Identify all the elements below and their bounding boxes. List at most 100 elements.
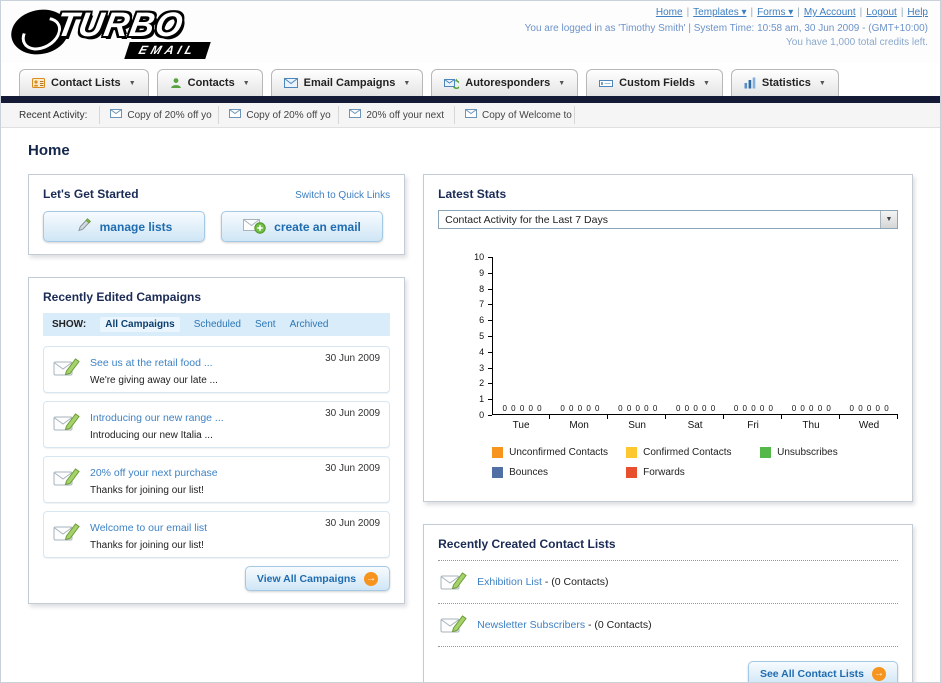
chart-bar-group: 0 0 0 0 0 <box>840 257 898 414</box>
y-axis-tick-label: 7 <box>479 299 485 310</box>
top-link-logout[interactable]: Logout <box>866 7 897 18</box>
recent-activity-item[interactable]: Copy of 20% off yo <box>99 106 220 124</box>
campaign-date: 30 Jun 2009 <box>325 408 381 419</box>
separator: | <box>900 7 904 18</box>
chevron-down-icon: ▼ <box>702 79 710 87</box>
chevron-down-icon: ▼ <box>558 79 566 87</box>
chevron-down-icon: ▼ <box>818 79 826 87</box>
recent-activity-bar: Recent Activity: Copy of 20% off yo Copy … <box>1 103 940 128</box>
credits-info: You have 1,000 total credits left. <box>786 37 928 48</box>
header: TURBO EMAIL Home | Templates ▾ | Forms ▾ | My … <box>1 1 940 63</box>
nav-tab-custom-fields[interactable]: Custom Fields ▼ <box>586 69 723 96</box>
legend-label: Forwards <box>643 467 685 478</box>
recent-activity-item[interactable]: Copy of Welcome to <box>455 106 576 124</box>
logo-subtext: EMAIL <box>124 42 212 59</box>
create-email-button[interactable]: create an email <box>221 211 383 242</box>
recent-activity-label: Recent Activity: <box>19 109 88 121</box>
legend-swatch <box>626 467 638 478</box>
nav-tab-contact-lists[interactable]: Contact Lists ▼ <box>19 69 149 96</box>
top-link-my-account[interactable]: My Account <box>804 7 856 18</box>
nav-tab-email-campaigns[interactable]: Email Campaigns ▼ <box>270 69 424 96</box>
view-all-campaigns-button[interactable]: View All Campaigns → <box>244 566 391 591</box>
campaign-title-link[interactable]: Welcome to our email list <box>90 522 207 534</box>
chart-bar-group: 0 0 0 0 0 <box>551 257 609 414</box>
legend-item-unconfirmed-contacts: Unconfirmed Contacts <box>492 447 626 458</box>
legend-swatch <box>760 447 772 458</box>
envelope-icon <box>349 109 362 121</box>
contact-lists-list: Exhibition List - (0 Contacts) Newsletter… <box>438 561 898 647</box>
chart-y-axis: 0 1 2 3 4 5 6 7 8 9 10 <box>468 252 493 420</box>
legend-label: Bounces <box>509 467 549 478</box>
legend-swatch <box>626 447 638 458</box>
legend-label: Confirmed Contacts <box>643 447 732 458</box>
campaign-filter-scheduled[interactable]: Scheduled <box>194 319 241 330</box>
view-all-campaigns-label: View All Campaigns <box>256 572 357 585</box>
top-link-forms[interactable]: Forms ▾ <box>757 7 793 18</box>
top-link-help[interactable]: Help <box>907 7 928 18</box>
top-nav: Home | Templates ▾ | Forms ▾ | My Account | Logo… <box>525 7 928 18</box>
manage-lists-button[interactable]: manage lists <box>43 211 205 242</box>
separator: | <box>859 7 863 18</box>
recent-activity-item-label: 20% off your next <box>366 109 445 121</box>
contact-list-detail: - (0 Contacts) <box>585 619 652 631</box>
nav-tab-label: Autoresponders <box>465 77 551 89</box>
latest-stats-title: Latest Stats <box>438 187 507 201</box>
campaign-title-link[interactable]: Introducing our new range ... <box>90 412 224 424</box>
campaign-filter-all-campaigns[interactable]: All Campaigns <box>100 317 180 332</box>
envelope-icon <box>110 109 123 121</box>
switch-quick-links-link[interactable]: Switch to Quick Links <box>295 190 390 201</box>
nav-tab-statistics[interactable]: Statistics ▼ <box>730 69 839 96</box>
x-axis-label: Mon <box>550 415 609 431</box>
login-info: You are logged in as 'Timothy Smith' | S… <box>524 23 928 34</box>
turbo-email-logo: TURBO EMAIL <box>7 4 279 60</box>
campaign-title-link[interactable]: 20% off your next purchase <box>90 467 218 479</box>
campaign-filter-sent[interactable]: Sent <box>255 319 276 330</box>
stats-period-value: Contact Activity for the Last 7 Days <box>445 213 608 226</box>
top-link-templates[interactable]: Templates ▾ <box>693 7 746 18</box>
main-content: Home Let's Get Started Switch to Quick L… <box>1 128 940 682</box>
latest-stats-panel: Latest Stats Contact Activity for the La… <box>423 174 913 502</box>
contact-lists-title: Recently Created Contact Lists <box>438 537 898 561</box>
nav-tab-autoresponders[interactable]: Autoresponders ▼ <box>431 69 579 96</box>
top-link-home[interactable]: Home <box>656 7 683 18</box>
recent-activity-item[interactable]: 20% off your next <box>339 106 456 124</box>
campaign-filter-archived[interactable]: Archived <box>290 319 329 330</box>
legend-item-forwards: Forwards <box>626 467 760 478</box>
recent-activity-item[interactable]: Copy of 20% off yo <box>219 106 340 124</box>
bar-value-labels: 0 0 0 0 0 <box>618 404 658 413</box>
y-axis-tick-label: 0 <box>479 410 485 420</box>
chart-bar-group: 0 0 0 0 0 <box>725 257 783 414</box>
manage-lists-label: manage lists <box>99 219 173 234</box>
campaign-list-item: 20% off your next purchase Thanks for joi… <box>43 456 391 503</box>
recent-campaigns-panel: Recently Edited Campaigns SHOW: All Camp… <box>28 277 406 604</box>
y-axis-tick-label: 6 <box>479 315 485 326</box>
y-axis-tick-label: 9 <box>479 267 485 278</box>
legend-swatch <box>492 467 504 478</box>
contact-activity-chart: 0 1 2 3 4 5 6 7 8 9 10 0 0 0 0 00 0 0 0 00 0 0 0 0… <box>468 251 899 487</box>
envelope-pencil-icon <box>440 612 468 638</box>
bar-value-labels: 0 0 0 0 0 <box>733 404 773 413</box>
nav-tab-contacts[interactable]: Contacts ▼ <box>156 69 263 96</box>
recent-activity-items: Copy of 20% off yo Copy of 20% off yo 20% … <box>99 106 576 124</box>
legend-item-bounces: Bounces <box>492 467 626 478</box>
y-axis-tick-label: 4 <box>479 346 485 357</box>
legend-item-unsubscribes: Unsubscribes <box>760 447 894 458</box>
envelope-pencil-icon <box>53 355 81 386</box>
contact-list-link[interactable]: Exhibition List <box>477 576 542 588</box>
contact-list-detail: - (0 Contacts) <box>541 576 609 588</box>
chart-legend: Unconfirmed Contacts Confirmed Contacts Un… <box>492 447 898 487</box>
see-all-contact-lists-label: See All Contact Lists <box>759 667 864 680</box>
x-axis-label: Sat <box>666 415 725 431</box>
main-nav: Contact Lists ▼ Contacts ▼ Email Campaigns ▼ A… <box>1 63 940 96</box>
custom-fields-icon <box>599 78 614 89</box>
chart-bar-group: 0 0 0 0 0 <box>667 257 725 414</box>
see-all-contact-lists-button[interactable]: See All Contact Lists → <box>747 661 898 682</box>
contact-list-link[interactable]: Newsletter Subscribers <box>477 619 585 631</box>
campaign-title-link[interactable]: See us at the retail food ... <box>90 357 213 369</box>
envelope-plus-icon <box>243 217 266 237</box>
chart-bar-group: 0 0 0 0 0 <box>782 257 840 414</box>
envelope-icon <box>229 109 242 121</box>
stats-period-dropdown[interactable]: Contact Activity for the Last 7 Days ▼ <box>438 210 898 229</box>
header-right: Home | Templates ▾ | Forms ▾ | My Account | Logo… <box>525 7 928 48</box>
get-started-panel: Let's Get Started Switch to Quick Links … <box>28 174 406 255</box>
